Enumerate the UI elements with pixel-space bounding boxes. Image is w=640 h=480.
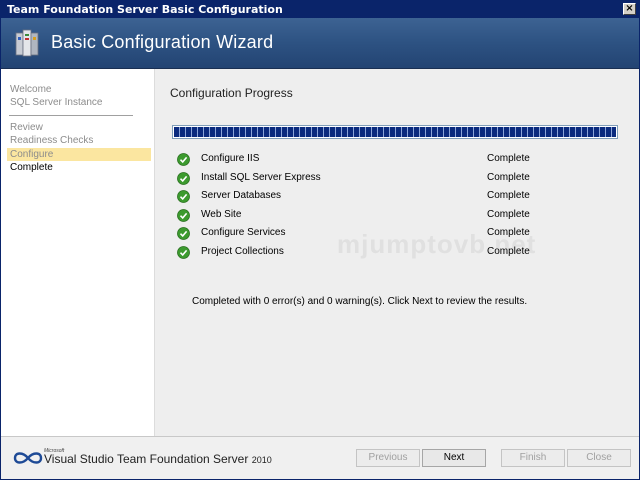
task-name: Server Databases xyxy=(201,190,282,201)
step-readiness-checks[interactable]: Readiness Checks xyxy=(10,134,93,147)
product-year: 2010 xyxy=(251,455,272,465)
result-message: Completed with 0 error(s) and 0 warning(… xyxy=(192,296,528,307)
close-button[interactable]: Close xyxy=(567,449,631,467)
task-row: Web Site Complete xyxy=(177,208,577,227)
wizard-header: Basic Configuration Wizard xyxy=(1,18,639,69)
step-welcome[interactable]: Welcome xyxy=(10,83,52,96)
progress-fill xyxy=(174,127,616,137)
check-icon xyxy=(177,245,190,259)
task-name: Configure Services xyxy=(201,227,286,238)
step-review[interactable]: Review xyxy=(10,121,43,134)
wizard-title: Basic Configuration Wizard xyxy=(51,32,274,52)
check-icon xyxy=(177,171,190,185)
window-title: Team Foundation Server Basic Configurati… xyxy=(7,3,283,16)
task-status: Complete xyxy=(487,208,530,220)
previous-button[interactable]: Previous xyxy=(356,449,420,467)
product-name: Visual Studio Team Foundation Server 201… xyxy=(44,452,272,466)
server-config-icon xyxy=(15,29,39,57)
task-status: Complete xyxy=(487,190,530,201)
configuration-progress-bar xyxy=(172,125,618,139)
check-icon xyxy=(177,208,190,222)
steps-divider xyxy=(9,115,133,116)
task-name: Project Collections xyxy=(201,245,284,257)
task-name: Web Site xyxy=(201,208,242,220)
product-name-text: Visual Studio Team Foundation Server xyxy=(44,452,249,466)
check-icon xyxy=(177,227,190,240)
close-window-button[interactable]: × xyxy=(623,3,636,15)
wizard-window: Team Foundation Server Basic Configurati… xyxy=(0,0,640,480)
check-icon xyxy=(177,190,190,203)
task-status: Complete xyxy=(487,153,530,164)
wizard-footer: Microsoft Visual Studio Team Foundation … xyxy=(1,436,639,479)
title-bar[interactable]: Team Foundation Server Basic Configurati… xyxy=(1,1,639,18)
visual-studio-logo-icon xyxy=(13,452,43,464)
check-icon xyxy=(177,153,190,166)
task-row: Configure IIS Complete xyxy=(177,152,577,171)
step-configure[interactable]: Configure xyxy=(7,148,151,161)
section-title: Configuration Progress xyxy=(170,86,293,100)
finish-button[interactable]: Finish xyxy=(501,449,565,467)
wizard-steps-sidebar: Welcome SQL Server Instance Review Readi… xyxy=(1,69,155,436)
task-row: Install SQL Server Express Complete xyxy=(177,171,577,190)
watermark: mjumptovb.net xyxy=(337,229,537,259)
task-name: Configure IIS xyxy=(201,153,260,164)
task-row: Server Databases Complete xyxy=(177,189,577,208)
step-sql-server-instance[interactable]: SQL Server Instance xyxy=(10,96,102,109)
task-status: Complete xyxy=(487,171,530,183)
next-button[interactable]: Next xyxy=(422,449,486,467)
task-name: Install SQL Server Express xyxy=(201,171,321,183)
step-complete[interactable]: Complete xyxy=(10,161,53,174)
main-panel: Configuration Progress Configure IIS Com… xyxy=(155,69,639,436)
